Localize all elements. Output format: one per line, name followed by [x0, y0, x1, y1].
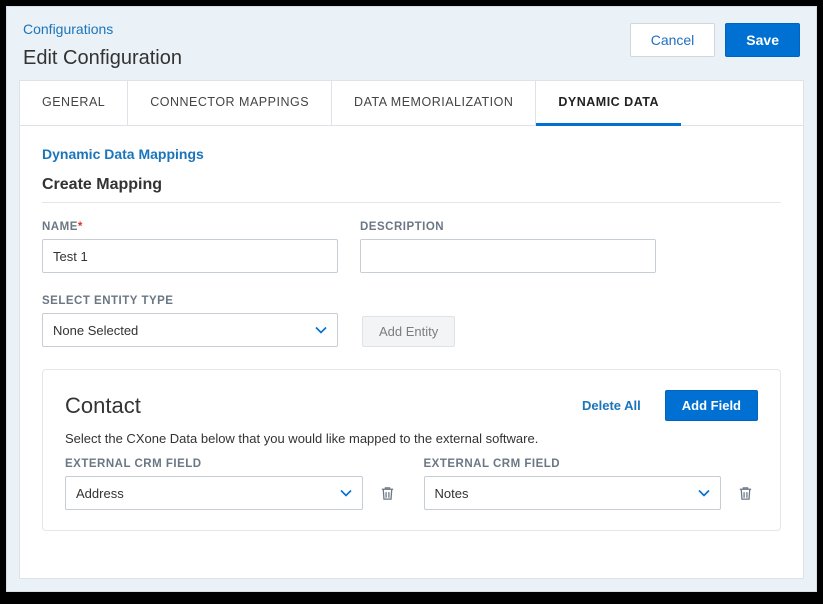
tab-data-memorialization[interactable]: DATA MEMORIALIZATION — [332, 81, 536, 125]
tabs: GENERAL CONNECTOR MAPPINGS DATA MEMORIAL… — [20, 81, 803, 126]
cancel-button[interactable]: Cancel — [630, 23, 716, 57]
tab-general[interactable]: GENERAL — [20, 81, 128, 125]
crm-field-select-2[interactable]: Notes — [424, 476, 722, 510]
entity-type-value: None Selected — [53, 323, 138, 338]
name-input[interactable] — [42, 239, 338, 273]
tab-connector-mappings[interactable]: CONNECTOR MAPPINGS — [128, 81, 332, 125]
entity-type-select[interactable]: None Selected — [42, 313, 338, 347]
save-button[interactable]: Save — [725, 23, 800, 57]
contact-card: Contact Delete All Add Field Select the … — [42, 369, 781, 531]
card-title: Contact — [65, 393, 141, 419]
name-label-text: NAME — [42, 221, 78, 233]
delete-all-button[interactable]: Delete All — [568, 390, 655, 421]
crm-field-value-1: Address — [76, 486, 124, 501]
crm-field-value-2: Notes — [435, 486, 469, 501]
card-description: Select the CXone Data below that you wou… — [65, 431, 758, 446]
name-label: NAME* — [42, 221, 338, 233]
breadcrumb-configurations[interactable]: Configurations — [23, 21, 182, 37]
delete-field-1-button[interactable] — [375, 481, 400, 506]
entity-type-label: SELECT ENTITY TYPE — [42, 295, 338, 307]
description-input[interactable] — [360, 239, 656, 273]
tab-dynamic-data[interactable]: DYNAMIC DATA — [536, 81, 681, 126]
external-crm-field-label-1: EXTERNAL CRM FIELD — [65, 458, 400, 470]
section-title: Create Mapping — [42, 176, 781, 194]
chevron-down-icon — [315, 324, 327, 336]
add-entity-button[interactable]: Add Entity — [362, 316, 455, 347]
crm-field-select-1[interactable]: Address — [65, 476, 363, 510]
required-asterisk: * — [78, 221, 83, 233]
external-crm-field-label-2: EXTERNAL CRM FIELD — [424, 458, 759, 470]
add-field-button[interactable]: Add Field — [665, 390, 758, 421]
divider — [42, 202, 781, 203]
dynamic-data-mappings-link[interactable]: Dynamic Data Mappings — [42, 146, 781, 162]
page-title: Edit Configuration — [23, 47, 182, 70]
delete-field-2-button[interactable] — [733, 481, 758, 506]
chevron-down-icon — [698, 487, 710, 499]
description-label: DESCRIPTION — [360, 221, 656, 233]
chevron-down-icon — [340, 487, 352, 499]
